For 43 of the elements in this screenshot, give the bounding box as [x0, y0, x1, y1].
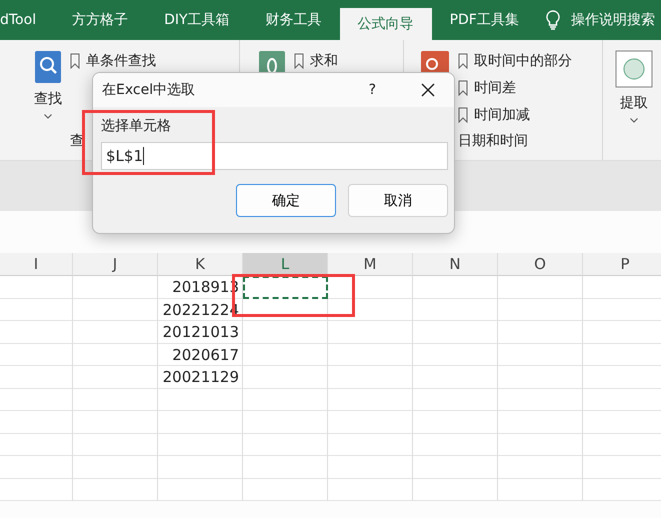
column-header[interactable]: N — [413, 253, 498, 276]
extract-button[interactable]: 提取 — [615, 50, 653, 150]
caret-icon — [630, 118, 638, 123]
ribbon-item[interactable]: 时间差 — [458, 77, 572, 99]
bookmark-icon — [70, 53, 80, 69]
column-header[interactable]: I — [0, 253, 73, 276]
ribbon-tab[interactable]: PDF工具集 — [432, 0, 537, 40]
ribbon-item[interactable]: 单条件查找 — [70, 50, 156, 72]
bookmark-icon — [458, 53, 468, 69]
tell-me-search[interactable]: 操作说明搜索 — [570, 11, 655, 29]
group-label: 查 — [70, 132, 85, 150]
column-header[interactable]: M — [328, 253, 413, 276]
dialog-button[interactable]: 确定 — [236, 184, 336, 217]
bookmark-icon — [458, 107, 468, 123]
field-label: 选择单元格 — [101, 117, 172, 135]
lightbulb-icon — [544, 10, 561, 30]
ribbon-item[interactable]: 求和 — [294, 50, 338, 72]
book-search-icon — [34, 50, 62, 84]
ribbon-item[interactable]: 取时间中的部分 — [458, 50, 572, 72]
table-cell: 20021129 — [158, 366, 243, 388]
dialog-button[interactable]: 取消 — [348, 184, 448, 217]
ribbon-tab[interactable]: dTool — [0, 0, 54, 40]
bookmark-icon — [458, 80, 468, 96]
find-button[interactable]: 查找 — [34, 50, 62, 150]
help-button[interactable]: ? — [368, 82, 376, 98]
column-header[interactable]: J — [73, 253, 158, 276]
column-header[interactable]: P — [583, 253, 661, 276]
dialog-title: 在Excel中选取 — [102, 81, 196, 99]
column-header[interactable]: O — [498, 253, 583, 276]
table-cell: 2020617 — [158, 344, 243, 366]
caret-icon — [44, 114, 52, 119]
ribbon-tab[interactable]: 公式向导 — [340, 8, 432, 40]
column-header[interactable]: K — [158, 253, 243, 276]
table-cell: 20121013 — [158, 321, 243, 344]
ribbon-tab[interactable]: 方方格子 — [54, 0, 146, 40]
input-field[interactable]: $L$1 — [101, 142, 448, 170]
ribbon-tab[interactable]: 财务工具 — [248, 0, 340, 40]
ribbon-item[interactable]: 时间加减 — [458, 104, 572, 126]
bookmark-icon — [294, 53, 304, 69]
group-label: 日期和时间 — [458, 132, 530, 150]
close-icon[interactable] — [420, 82, 436, 98]
ribbon-tab[interactable]: DIY工具箱 — [146, 0, 248, 40]
column-header[interactable]: L — [243, 253, 328, 276]
